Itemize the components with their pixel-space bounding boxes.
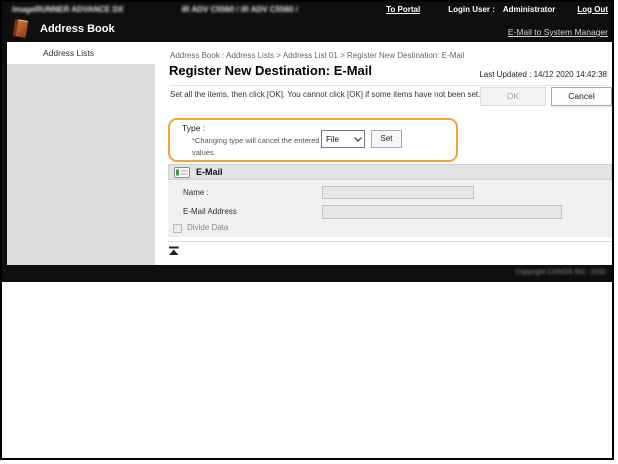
type-highlight-box: Type : *Changing type will cancel the en…	[168, 118, 458, 162]
email-section-title: E-Mail	[196, 167, 223, 177]
name-label: Name :	[183, 188, 209, 197]
ok-button[interactable]: OK	[480, 87, 546, 106]
email-address-input[interactable]	[322, 205, 562, 219]
page-title: Register New Destination: E-Mail	[169, 63, 372, 78]
log-out-link[interactable]: Log Out	[577, 5, 608, 14]
chevron-down-icon	[352, 131, 364, 147]
email-section-header: E-Mail	[168, 164, 612, 180]
browser-page: imageRUNNER ADVANCE DX iR ADV C5560 / iR…	[0, 0, 614, 460]
divide-data-label: Divide Data	[187, 223, 228, 232]
app-header-bar: Address Book E-Mail to System Manager	[2, 16, 614, 42]
login-user-label: Login User :	[448, 5, 495, 14]
last-updated-text: Last Updated : 14/12 2020 14:42:38	[479, 70, 607, 79]
email-section-body: Name : E-Mail Address Divide Data	[168, 180, 612, 237]
address-book-icon	[10, 18, 32, 40]
email-to-system-manager-link[interactable]: E-Mail to System Manager	[508, 27, 608, 42]
divide-data-checkbox[interactable]	[173, 224, 182, 233]
type-select-value: File	[322, 135, 352, 144]
title-divider	[170, 85, 607, 86]
main-content: Address Book : Address Lists > Address L…	[155, 42, 612, 265]
name-input[interactable]	[322, 186, 474, 199]
email-section: E-Mail Name : E-Mail Address Divide Data	[168, 164, 612, 237]
page-upper-area: imageRUNNER ADVANCE DX iR ADV C5560 / iR…	[2, 2, 614, 282]
app-title: Address Book	[40, 23, 115, 35]
email-icon	[174, 167, 190, 178]
type-label: Type :	[182, 123, 205, 133]
breadcrumb[interactable]: Address Book : Address Lists > Address L…	[170, 51, 464, 60]
email-address-label: E-Mail Address	[183, 207, 237, 216]
bottom-divider	[168, 241, 612, 242]
device-model-text: imageRUNNER ADVANCE DX	[12, 5, 124, 14]
sidebar-item-address-lists[interactable]: Address Lists	[7, 42, 155, 64]
type-note: *Changing type will cancel the entered v…	[192, 135, 326, 158]
back-to-top-icon[interactable]	[168, 246, 180, 256]
instruction-text: Set all the items, then click [OK]. You …	[170, 89, 490, 102]
login-user-name: Administrator	[503, 5, 555, 14]
device-top-bar: imageRUNNER ADVANCE DX iR ADV C5560 / iR…	[2, 2, 614, 16]
sidebar: Address Lists	[7, 42, 155, 265]
cancel-button[interactable]: Cancel	[551, 87, 612, 106]
copyright-text: Copyright CANON INC. 2020	[515, 269, 606, 276]
set-button[interactable]: Set	[371, 130, 402, 148]
to-portal-link[interactable]: To Portal	[386, 5, 420, 14]
device-name-text: iR ADV C5560 / iR ADV C5560 /	[182, 5, 298, 14]
type-select[interactable]: File	[321, 130, 365, 148]
